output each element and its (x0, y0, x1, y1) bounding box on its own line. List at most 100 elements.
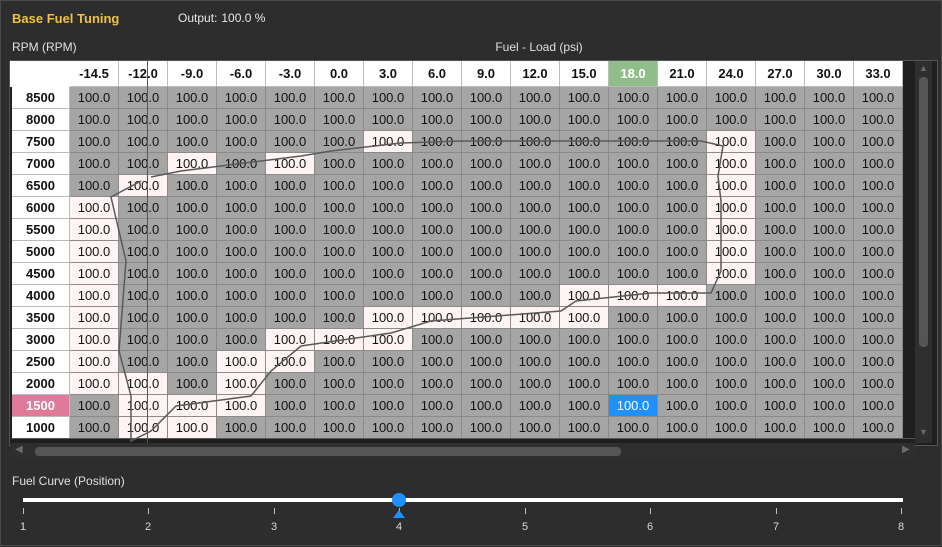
table-cell[interactable]: 100.0 (364, 175, 413, 197)
table-cell[interactable]: 100.0 (511, 285, 560, 307)
table-cell[interactable]: 100.0 (609, 351, 658, 373)
table-cell[interactable]: 100.0 (707, 417, 756, 439)
table-cell[interactable]: 100.0 (364, 417, 413, 439)
table-cell[interactable]: 100.0 (854, 373, 903, 395)
table-cell[interactable]: 100.0 (560, 307, 609, 329)
table-cell[interactable]: 100.0 (609, 417, 658, 439)
table-cell[interactable]: 100.0 (315, 373, 364, 395)
table-cell[interactable]: 100.0 (511, 131, 560, 153)
table-cell[interactable]: 100.0 (413, 329, 462, 351)
table-cell[interactable]: 100.0 (462, 109, 511, 131)
table-cell[interactable]: 100.0 (462, 197, 511, 219)
table-cell[interactable]: 100.0 (413, 197, 462, 219)
table-cell[interactable]: 100.0 (70, 153, 119, 175)
table-cell[interactable]: 100.0 (266, 417, 315, 439)
table-cell[interactable]: 100.0 (266, 373, 315, 395)
table-cell[interactable]: 100.0 (266, 263, 315, 285)
table-cell[interactable]: 100.0 (315, 285, 364, 307)
table-cell[interactable]: 100.0 (266, 241, 315, 263)
table-cell[interactable]: 100.0 (315, 87, 364, 109)
table-cell[interactable]: 100.0 (168, 175, 217, 197)
table-cell[interactable]: 100.0 (658, 109, 707, 131)
table-cell[interactable]: 100.0 (756, 417, 805, 439)
table-cell[interactable]: 100.0 (756, 153, 805, 175)
table-cell[interactable]: 100.0 (609, 175, 658, 197)
table-cell[interactable]: 100.0 (707, 197, 756, 219)
table-cell[interactable]: 100.0 (805, 131, 854, 153)
table-cell[interactable]: 100.0 (707, 307, 756, 329)
table-cell[interactable]: 100.0 (511, 241, 560, 263)
table-cell[interactable]: 100.0 (364, 109, 413, 131)
table-cell[interactable]: 100.0 (315, 131, 364, 153)
table-cell[interactable]: 100.0 (70, 109, 119, 131)
table-cell[interactable]: 100.0 (70, 263, 119, 285)
table-cell[interactable]: 100.0 (658, 307, 707, 329)
table-cell[interactable]: 100.0 (413, 175, 462, 197)
table-cell[interactable]: 100.0 (413, 307, 462, 329)
table-cell[interactable]: 100.0 (413, 263, 462, 285)
table-cell[interactable]: 100.0 (315, 329, 364, 351)
table-cell[interactable]: 100.0 (609, 241, 658, 263)
table-cell[interactable]: 100.0 (756, 241, 805, 263)
table-cell[interactable]: 100.0 (560, 219, 609, 241)
table-cell[interactable]: 100.0 (168, 351, 217, 373)
table-cell[interactable]: 100.0 (462, 241, 511, 263)
table-cell[interactable]: 100.0 (266, 87, 315, 109)
table-cell[interactable]: 100.0 (560, 175, 609, 197)
table-cell[interactable]: 100.0 (364, 197, 413, 219)
table-cell[interactable]: 100.0 (560, 87, 609, 109)
table-cell[interactable]: 100.0 (756, 285, 805, 307)
table-cell[interactable]: 100.0 (756, 373, 805, 395)
table-cell[interactable]: 100.0 (364, 329, 413, 351)
table-cell[interactable]: 100.0 (560, 153, 609, 175)
table-cell[interactable]: 100.0 (756, 219, 805, 241)
table-cell[interactable]: 100.0 (560, 109, 609, 131)
table-cell[interactable]: 100.0 (609, 285, 658, 307)
table-cell[interactable]: 100.0 (707, 175, 756, 197)
table-cell[interactable]: 100.0 (217, 395, 266, 417)
table-cell[interactable]: 100.0 (805, 175, 854, 197)
table-cell[interactable]: 100.0 (609, 263, 658, 285)
table-cell[interactable]: 100.0 (168, 109, 217, 131)
table-cell[interactable]: 100.0 (70, 373, 119, 395)
table-cell[interactable]: 100.0 (364, 351, 413, 373)
table-cell[interactable]: 100.0 (805, 285, 854, 307)
table-cell[interactable]: 100.0 (70, 87, 119, 109)
table-cell[interactable]: 100.0 (119, 351, 168, 373)
table-cell[interactable]: 100.0 (119, 241, 168, 263)
table-cell[interactable]: 100.0 (805, 395, 854, 417)
table-cell[interactable]: 100.0 (217, 417, 266, 439)
horizontal-scrollbar[interactable]: ◀ ▶ (11, 443, 915, 459)
table-cell[interactable]: 100.0 (462, 219, 511, 241)
horizontal-scroll-thumb[interactable] (35, 447, 621, 456)
table-cell[interactable]: 100.0 (805, 329, 854, 351)
table-cell[interactable]: 100.0 (511, 219, 560, 241)
table-cell[interactable]: 100.0 (266, 329, 315, 351)
table-cell[interactable]: 100.0 (707, 109, 756, 131)
table-cell[interactable]: 100.0 (364, 87, 413, 109)
table-cell[interactable]: 100.0 (217, 351, 266, 373)
table-cell[interactable]: 100.0 (217, 109, 266, 131)
table-cell[interactable]: 100.0 (168, 219, 217, 241)
table-cell[interactable]: 100.0 (119, 219, 168, 241)
table-cell[interactable]: 100.0 (119, 395, 168, 417)
table-cell[interactable]: 100.0 (70, 131, 119, 153)
table-cell[interactable]: 100.0 (315, 263, 364, 285)
table-cell[interactable]: 100.0 (168, 417, 217, 439)
table-cell[interactable]: 100.0 (217, 197, 266, 219)
table-cell[interactable]: 100.0 (119, 153, 168, 175)
table-cell[interactable]: 100.0 (658, 329, 707, 351)
table-cell[interactable]: 100.0 (266, 153, 315, 175)
table-cell[interactable]: 100.0 (119, 175, 168, 197)
table-cell[interactable]: 100.0 (413, 417, 462, 439)
table-cell[interactable]: 100.0 (217, 285, 266, 307)
table-cell[interactable]: 100.0 (70, 351, 119, 373)
table-cell[interactable]: 100.0 (805, 263, 854, 285)
table-cell[interactable]: 100.0 (462, 131, 511, 153)
table-cell[interactable]: 100.0 (805, 307, 854, 329)
table-cell[interactable]: 100.0 (266, 219, 315, 241)
table-cell[interactable]: 100.0 (315, 175, 364, 197)
table-cell[interactable]: 100.0 (854, 329, 903, 351)
fuel-curve-slider-knob[interactable] (392, 493, 406, 507)
table-cell[interactable]: 100.0 (511, 329, 560, 351)
